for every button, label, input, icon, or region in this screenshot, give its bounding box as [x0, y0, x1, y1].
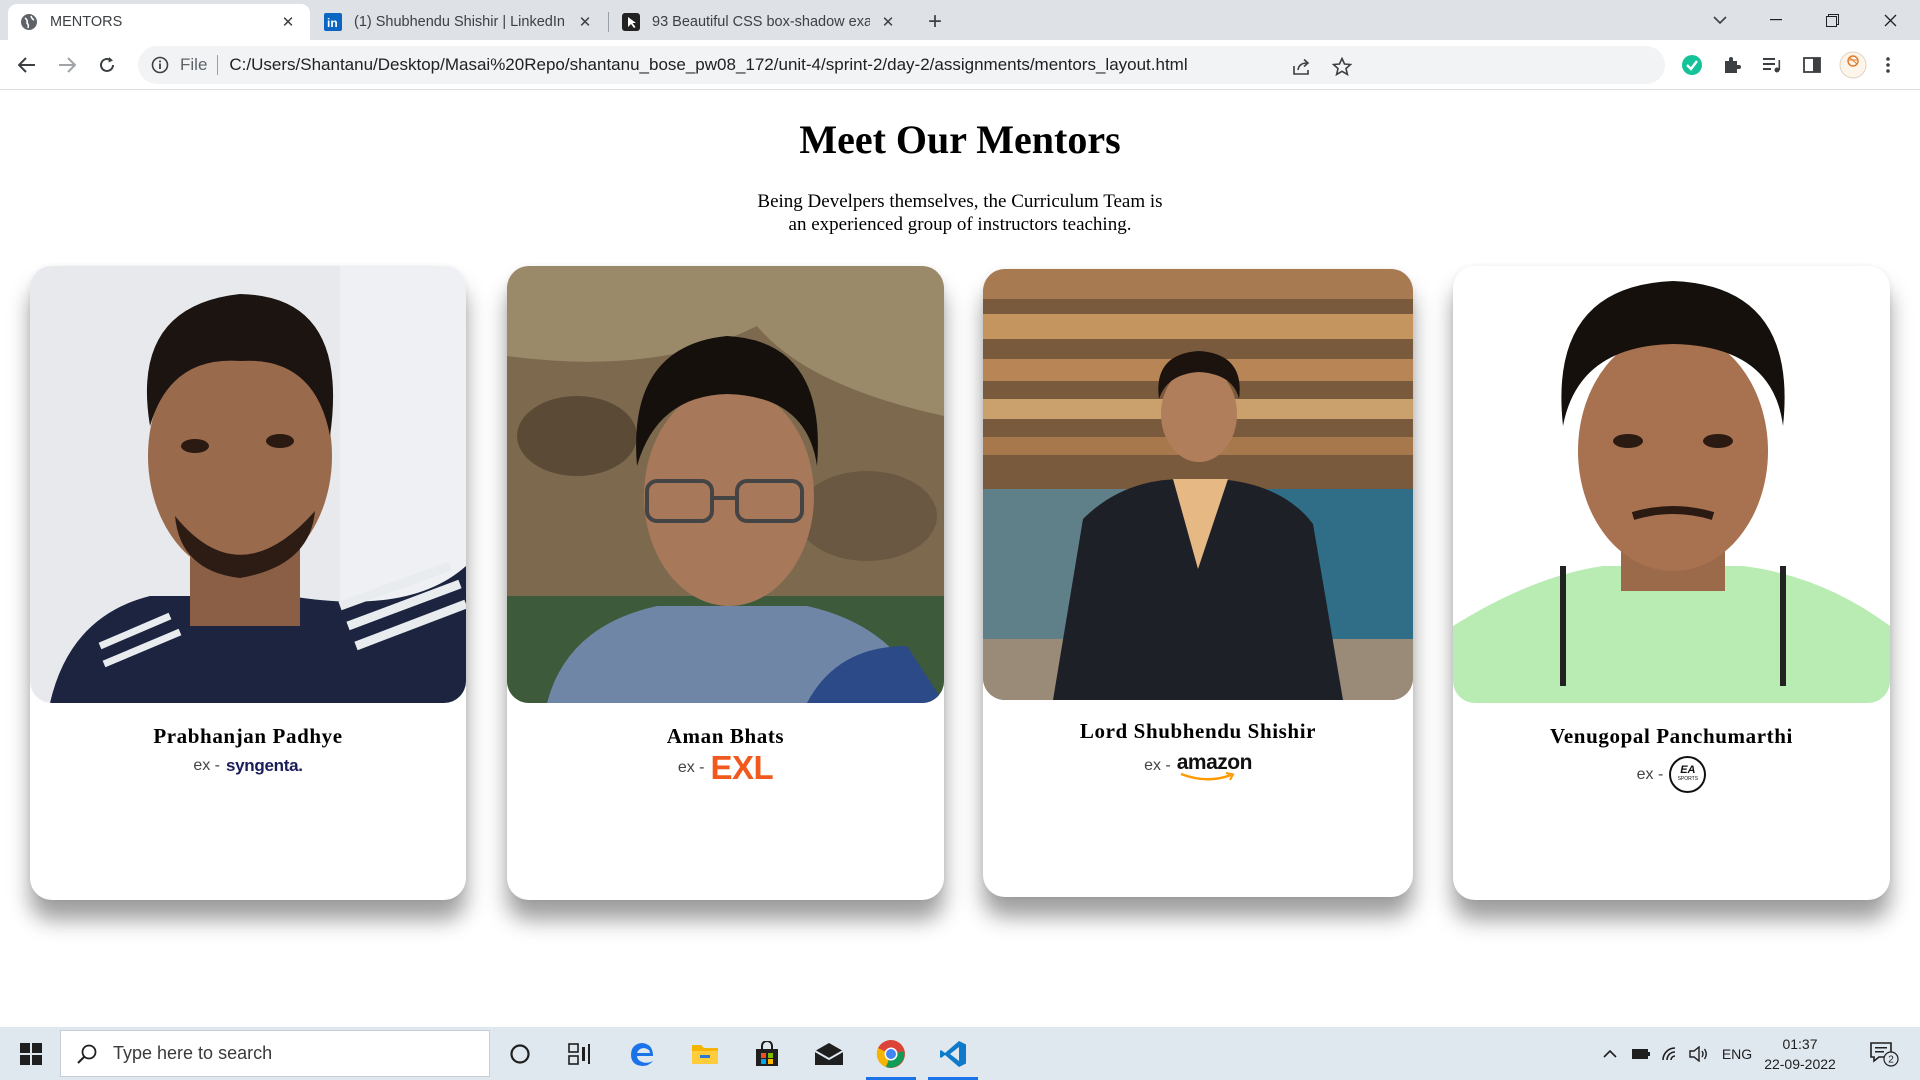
page-viewport: Meet Our Mentors Being Develpers themsel… [0, 91, 1920, 1027]
chrome-taskbar-icon[interactable] [862, 1027, 920, 1080]
ex-prefix: ex - [193, 757, 220, 774]
mentor-card: Aman Bhats ex - EXL [507, 266, 944, 900]
new-tab-button[interactable]: + [921, 8, 949, 36]
url-text[interactable]: C:/Users/Shantanu/Desktop/Masai%20Repo/s… [229, 55, 1187, 75]
amazon-logo: amazon [1176, 751, 1253, 781]
mentor-card: Venugopal Panchumarthi ex - EA SPORTS [1453, 266, 1890, 900]
tab-mentors[interactable]: MENTORS ✕ [8, 4, 310, 40]
mentor-name: Venugopal Panchumarthi [1550, 724, 1793, 748]
ea-sports-label: SPORTS [1677, 775, 1699, 782]
tab-box-shadow[interactable]: 93 Beautiful CSS box-shadow exa ✕ [610, 4, 910, 40]
show-hidden-icons-icon[interactable] [1598, 1027, 1622, 1080]
cursor-icon [622, 13, 640, 31]
taskbar-clock[interactable]: 01:37 22-09-2022 [1755, 1034, 1845, 1074]
vscode-icon[interactable] [924, 1027, 982, 1080]
bookmark-star-icon[interactable] [1330, 55, 1354, 79]
syngenta-logo: syngenta. [226, 756, 303, 775]
windows-taskbar: Type here to search ENG 01:37 22-09-2022 [0, 1027, 1920, 1080]
ea-sports-logo: EA SPORTS [1669, 756, 1707, 793]
cortana-icon[interactable] [491, 1027, 549, 1080]
media-queue-icon[interactable] [1760, 53, 1784, 77]
browser-toolbar: File C:/Users/Shantanu/Desktop/Masai%20R… [0, 40, 1920, 90]
address-bar[interactable]: File C:/Users/Shantanu/Desktop/Masai%20R… [138, 46, 1665, 84]
mentor-card: Prabhanjan Padhye ex - syngenta. [30, 266, 466, 900]
ea-wordmark: EA [1680, 763, 1696, 776]
browser-tab-strip: MENTORS ✕ in (1) Shubhendu Shishir | Lin… [0, 0, 1920, 40]
notification-count: 2 [1888, 1054, 1894, 1065]
mentor-name: Prabhanjan Padhye [153, 724, 343, 748]
tab-linkedin[interactable]: in (1) Shubhendu Shishir | LinkedIn ✕ [312, 4, 607, 40]
mentor-company: ex - syngenta. [30, 756, 466, 776]
profile-avatar-icon[interactable] [1838, 50, 1868, 80]
share-icon[interactable] [1290, 55, 1314, 79]
mentor-photo [1453, 266, 1890, 703]
clock-date: 22-09-2022 [1764, 1056, 1836, 1072]
close-window-button[interactable] [1862, 0, 1918, 40]
tab-title: (1) Shubhendu Shishir | LinkedIn [354, 14, 565, 30]
mentor-name: Aman Bhats [666, 724, 785, 748]
battery-icon[interactable] [1628, 1027, 1654, 1080]
page-title: Meet Our Mentors [799, 117, 1121, 162]
search-placeholder: Type here to search [113, 1043, 273, 1063]
ex-prefix: ex - [677, 759, 705, 776]
tab-title: 93 Beautiful CSS box-shadow exa [652, 14, 870, 30]
microsoft-store-icon[interactable] [738, 1027, 796, 1080]
mentor-name: Lord Shubhendu Shishir [1079, 719, 1317, 743]
notification-center-icon[interactable]: 2 [1862, 1027, 1906, 1080]
search-icon [75, 1042, 99, 1066]
minimize-button[interactable] [1748, 0, 1804, 40]
exl-logo: EXL [710, 749, 774, 786]
taskbar-search-box[interactable]: Type here to search [60, 1030, 490, 1077]
restore-button[interactable] [1804, 0, 1860, 40]
ex-prefix: ex - [1144, 756, 1171, 774]
mentor-company: ex - EA SPORTS [1453, 756, 1890, 793]
chrome-menu-icon[interactable] [1876, 53, 1900, 77]
back-arrow-icon[interactable] [11, 49, 43, 81]
task-view-icon[interactable] [551, 1027, 609, 1080]
mentor-company: ex - EXL [507, 749, 944, 786]
mail-icon[interactable] [800, 1027, 858, 1080]
windows-start-icon[interactable] [2, 1027, 60, 1080]
close-tab-icon[interactable]: ✕ [575, 12, 595, 32]
mentor-company: ex - amazon [983, 751, 1413, 781]
forward-arrow-icon[interactable] [51, 49, 83, 81]
scheme-label: File [180, 55, 208, 74]
subtitle-line: Being Develpers themselves, the Curricul… [757, 191, 1163, 212]
tab-title: MENTORS [50, 14, 123, 30]
amazon-wordmark: amazon [1176, 751, 1253, 774]
tab-separator [608, 12, 609, 32]
clock-time: 01:37 [1782, 1036, 1818, 1052]
linkedin-icon: in [324, 13, 342, 31]
tab-search-dropdown-icon[interactable] [1692, 0, 1748, 40]
input-language-indicator[interactable]: ENG [1718, 1027, 1756, 1080]
mentor-photo [983, 269, 1413, 700]
reload-icon[interactable] [91, 49, 123, 81]
close-tab-icon[interactable]: ✕ [878, 12, 898, 32]
mentor-photo [30, 266, 466, 703]
svg-text:in: in [327, 16, 338, 30]
grammar-extension-icon[interactable] [1680, 53, 1704, 77]
globe-icon [20, 13, 38, 31]
address-separator [217, 55, 219, 75]
subtitle-line: an experienced group of instructors teac… [788, 214, 1132, 235]
volume-icon[interactable] [1686, 1027, 1712, 1080]
amazon-smile-icon [1180, 772, 1235, 781]
side-panel-icon[interactable] [1800, 53, 1824, 77]
extensions-puzzle-icon[interactable] [1720, 53, 1744, 77]
wifi-icon[interactable] [1658, 1027, 1684, 1080]
page-subtitle: Being Develpers themselves, the Curricul… [710, 190, 1210, 236]
mentor-card: Lord Shubhendu Shishir ex - amazon [983, 269, 1413, 897]
mentor-photo [507, 266, 944, 703]
edge-browser-icon[interactable] [613, 1027, 671, 1080]
site-info-icon[interactable] [150, 55, 170, 75]
ex-prefix: ex - [1636, 765, 1664, 783]
close-tab-icon[interactable]: ✕ [278, 12, 298, 32]
file-explorer-icon[interactable] [676, 1027, 734, 1080]
